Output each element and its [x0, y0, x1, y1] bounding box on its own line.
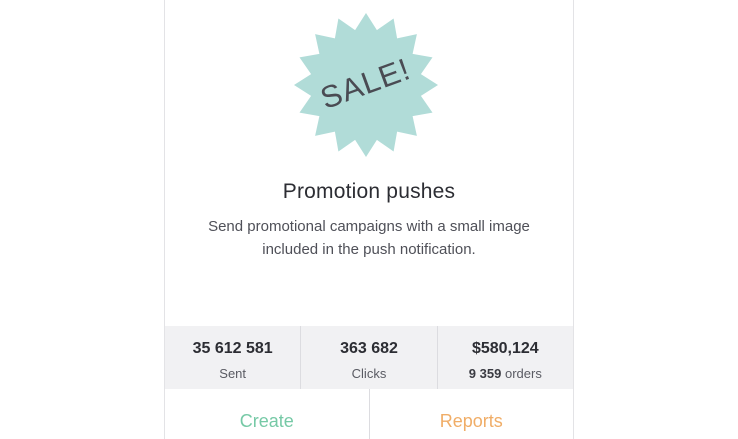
stat-clicks-label: Clicks	[351, 366, 387, 381]
stat-revenue: $580,124 9 359 orders	[436, 326, 573, 389]
stat-orders-text: orders	[504, 366, 542, 381]
stat-orders-label: 9 359 orders	[438, 366, 573, 381]
stats-bar: 35 612 581 Sent 363 682 Clicks $580,124 …	[165, 326, 573, 389]
card-actions: Create Reports	[165, 389, 573, 439]
stat-sent: 35 612 581 Sent	[165, 326, 300, 389]
sale-badge-icon: SALE!	[291, 10, 441, 160]
stat-clicks: 363 682 Clicks	[300, 326, 436, 389]
create-button[interactable]: Create	[165, 389, 369, 439]
stat-sent-label: Sent	[219, 366, 247, 381]
stat-revenue-value: $580,124	[471, 340, 539, 357]
stat-clicks-value: 363 682	[340, 340, 398, 357]
reports-button[interactable]: Reports	[368, 389, 574, 439]
card-description: Send promotional campaigns with a small …	[208, 218, 530, 258]
stat-orders-count: 9 359	[468, 366, 502, 381]
stat-sent-value: 35 612 581	[192, 340, 273, 357]
promotion-pushes-card: SALE! Promotion pushes Send promotional …	[164, 0, 574, 439]
card-title: Promotion pushes	[282, 180, 456, 203]
